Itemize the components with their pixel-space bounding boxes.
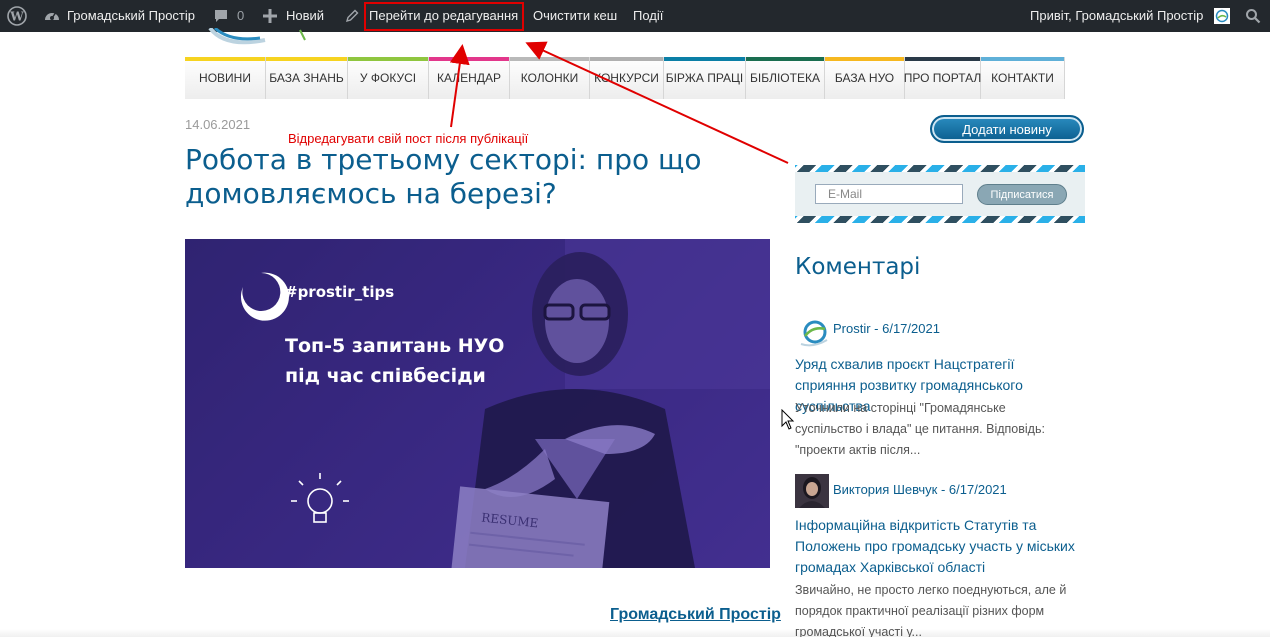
edit-link-highlight-box [364,2,524,31]
nav-color-stripe [185,57,265,61]
hero-headline-line2: під час співбесіди [285,365,486,387]
admin-clear-cache-link[interactable]: Очистити кеш [533,0,617,32]
nav-color-stripe [510,57,589,61]
nav-item-label: НОВИНИ [199,71,251,85]
nav-item-ngo-base[interactable]: БАЗА НУО [825,57,905,99]
main-navigation: НОВИНИ БАЗА ЗНАНЬ У ФОКУСІ КАЛЕНДАР КОЛО… [185,57,1065,99]
nav-item-knowledge-base[interactable]: БАЗА ЗНАНЬ [266,57,348,99]
nav-item-news[interactable]: НОВИНИ [185,57,266,99]
nav-color-stripe [664,57,745,61]
nav-item-contests[interactable]: КОНКУРСИ [590,57,664,99]
comment-excerpt: Уточнили на сторінці "Громадянське суспі… [795,401,1045,457]
post-date: 14.06.2021 [185,117,251,132]
nav-color-stripe [348,57,428,61]
hero-headline-line1: Топ-5 запитань НУО [285,335,505,357]
nav-item-label: КОЛОНКИ [520,71,579,85]
email-field[interactable]: E-Mail [815,184,963,204]
nav-item-calendar[interactable]: КАЛЕНДАР [429,57,510,99]
svg-text:W: W [9,10,24,24]
search-icon[interactable] [1244,0,1262,32]
add-news-button[interactable]: Додати новину [930,115,1084,143]
nav-item-label: ПРО ПОРТАЛ [903,71,982,85]
comment-avatar[interactable] [795,314,829,348]
nav-item-label: БІРЖА ПРАЦІ [665,71,744,85]
hero-hashtag: #prostir_tips [285,283,395,301]
nav-color-stripe [981,57,1064,61]
subscribe-stripe-bottom [795,216,1085,223]
post-author-link[interactable]: Громадський Простір [610,606,781,624]
wordpress-logo-icon[interactable]: W [6,0,28,32]
nav-item-columns[interactable]: КОЛОНКИ [510,57,590,99]
comment-post-title-link[interactable]: Інформаційна відкритість Статутів та Пол… [795,515,1075,578]
subscribe-widget: E-Mail Підписатися [795,165,1085,223]
nav-color-stripe [825,57,904,61]
nav-color-stripe [905,57,980,61]
subscribe-button[interactable]: Підписатися [977,184,1067,205]
admin-events-link[interactable]: Події [633,0,663,32]
nav-item-label: БАЗА НУО [834,71,895,85]
nav-item-label: БІБЛІОТЕКА [750,71,820,85]
nav-color-stripe [746,57,824,61]
comment-meta[interactable]: Виктория Шевчук - 6/17/2021 [833,482,1007,497]
page-root: W Громадський Простір 0 Новий Перейти до… [0,0,1270,637]
comment-meta[interactable]: Prostir - 6/17/2021 [833,321,940,336]
nav-color-stripe [590,57,663,61]
dashboard-gauge-icon[interactable] [42,0,62,32]
nav-item-focus[interactable]: У ФОКУСІ [348,57,429,99]
nav-color-stripe [429,57,509,61]
post-featured-image: RESUME #prostir_tips Топ-5 запитань НУО … [185,239,770,568]
nav-item-library[interactable]: БІБЛІОТЕКА [746,57,825,99]
nav-item-label: У ФОКУСІ [359,71,417,85]
nav-item-label: КАЛЕНДАР [437,71,501,85]
pencil-icon[interactable] [344,0,360,32]
nav-item-label: БАЗА ЗНАНЬ [269,71,344,85]
nav-item-contacts[interactable]: КОНТАКТИ [981,57,1065,99]
admin-site-name[interactable]: Громадський Простір [67,0,195,32]
nav-item-about[interactable]: ПРО ПОРТАЛ [903,57,982,99]
admin-bar: W Громадський Простір 0 Новий Перейти до… [0,0,1270,32]
hero-illustration: RESUME [185,239,770,568]
post-title: Робота в третьому секторі: про що домовл… [185,143,702,210]
site-logo-partial[interactable] [205,28,315,50]
page-bottom-shadow [0,629,1270,637]
admin-greeting[interactable]: Привіт, Громадський Простір [1030,0,1203,32]
nav-color-stripe [266,57,347,61]
nav-item-job-exchange[interactable]: БІРЖА ПРАЦІ [664,57,746,99]
mouse-cursor-icon [781,409,795,430]
subscribe-stripe-top [795,165,1085,172]
comment-avatar[interactable] [795,474,829,508]
comments-heading: Коментарі [795,254,921,280]
nav-item-label: КОНКУРСИ [594,71,659,85]
user-avatar[interactable] [1213,0,1231,32]
nav-item-label: КОНТАКТИ [991,71,1054,85]
